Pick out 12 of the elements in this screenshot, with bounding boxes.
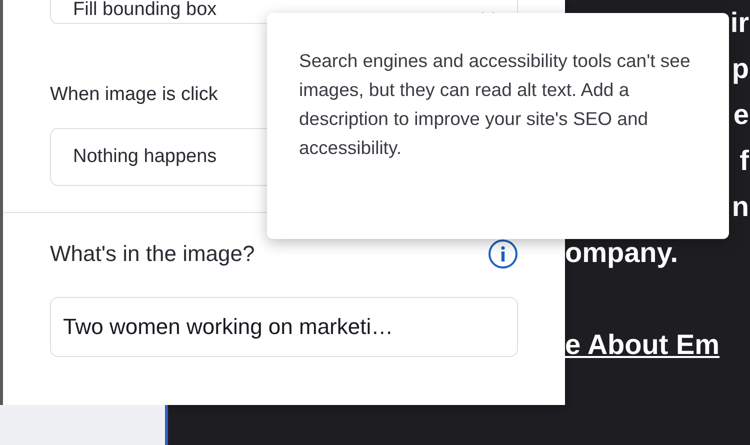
tooltip-text: Search engines and accessibility tools can't see images, but they can read alt text. Add a description to improve your site's SEO and accessibility. [299,49,692,160]
page-text: f [740,145,749,176]
page-link[interactable]: e About Em [565,329,720,360]
page-text: p [732,53,749,84]
field-label: What's in the image? [50,241,255,267]
page-text: n [732,191,749,222]
info-icon[interactable] [488,239,518,269]
page-text: ir [730,7,749,38]
field-label: When image is click [50,84,218,106]
page-text: ompany. [565,237,678,268]
page-text: e [733,99,749,130]
alt-text-field[interactable]: Two women working on marketi… [50,297,518,357]
